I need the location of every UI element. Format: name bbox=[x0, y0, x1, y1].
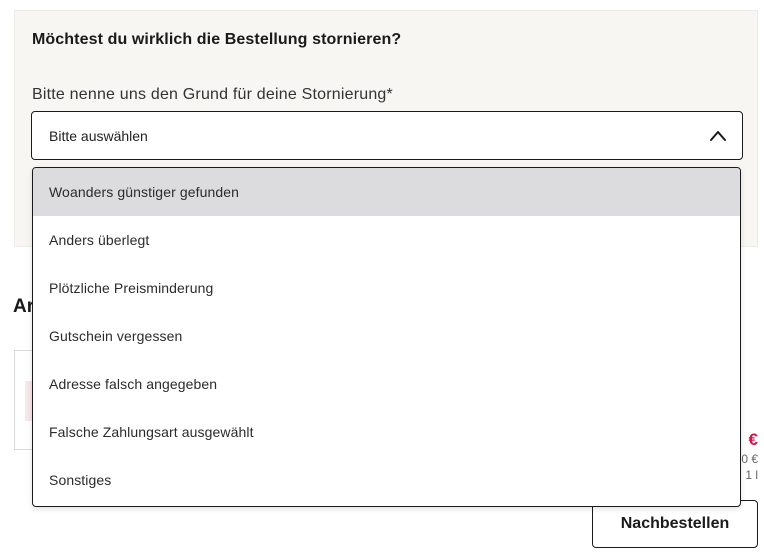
dropdown-option[interactable]: Gutschein vergessen bbox=[33, 312, 740, 360]
product-price: € bbox=[748, 430, 758, 449]
select-current-value: Bitte auswählen bbox=[49, 128, 148, 144]
dropdown-option[interactable]: Anders überlegt bbox=[33, 216, 740, 264]
cancel-reason-label: Bitte nenne uns den Grund für deine Stor… bbox=[32, 86, 393, 103]
section-heading: Ar bbox=[13, 296, 33, 317]
cancel-reason-dropdown: Woanders günstiger gefunden Anders überl… bbox=[32, 167, 741, 507]
reorder-button[interactable]: Nachbestellen bbox=[592, 500, 758, 548]
dropdown-option[interactable]: Adresse falsch angegeben bbox=[33, 360, 740, 408]
dropdown-option[interactable]: Sonstiges bbox=[33, 456, 740, 504]
dropdown-option[interactable]: Woanders günstiger gefunden bbox=[33, 168, 740, 216]
product-unit-price: 1 l bbox=[745, 468, 758, 482]
dropdown-option[interactable]: Falsche Zahlungsart ausgewählt bbox=[33, 408, 740, 456]
product-old-price: 0 € bbox=[741, 452, 758, 466]
dropdown-option[interactable]: Plötzliche Preisminderung bbox=[33, 264, 740, 312]
chevron-up-icon bbox=[710, 131, 726, 141]
page: Möchtest du wirklich die Bestellung stor… bbox=[0, 0, 764, 560]
panel-title: Möchtest du wirklich die Bestellung stor… bbox=[32, 31, 402, 48]
cancel-reason-select[interactable]: Bitte auswählen bbox=[31, 111, 743, 160]
